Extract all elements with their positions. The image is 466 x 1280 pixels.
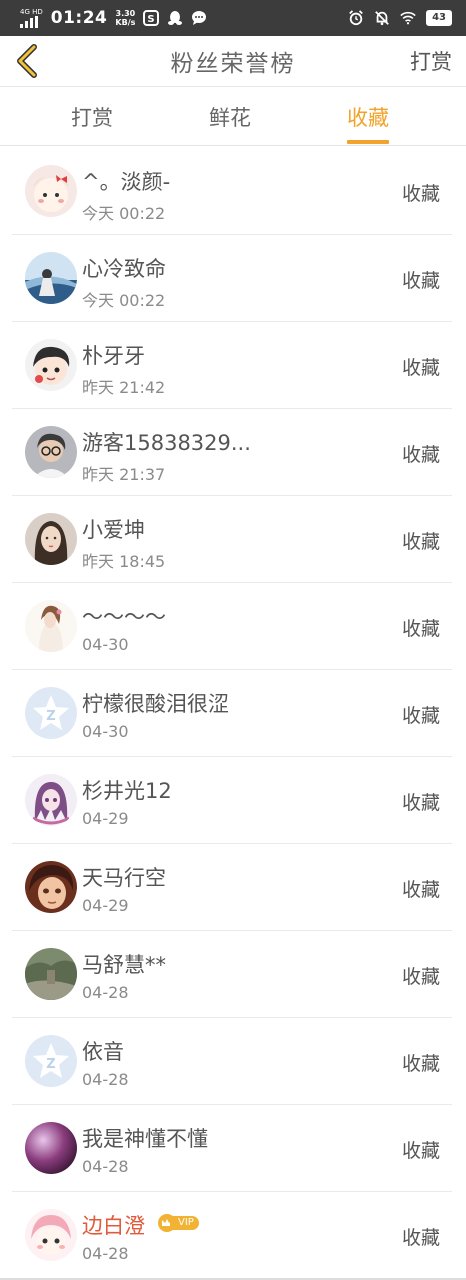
speed-value: 3.30 [115, 9, 136, 18]
avatar[interactable]: Z [25, 687, 77, 739]
fan-name: 朴牙牙 [82, 344, 145, 368]
fan-action: 收藏 [401, 1053, 440, 1075]
tab-flowers[interactable]: 鲜花 [209, 102, 251, 146]
list-item[interactable]: 小爱坤 昨天 18:45 收藏 [12, 496, 452, 583]
network-speed: 3.30 KB/s [115, 9, 135, 27]
fan-action: 收藏 [401, 183, 440, 205]
list-item[interactable]: 边白澄 VIP 04-28 收藏 [12, 1192, 452, 1279]
fan-name: 马舒慧** [82, 953, 166, 977]
fan-name: 游客15838329... [82, 431, 251, 455]
battery-icon: 43 [426, 10, 452, 26]
avatar[interactable] [25, 513, 77, 565]
fan-time: 今天 00:22 [82, 204, 166, 223]
speed-unit: KB/s [115, 18, 136, 27]
clock: 01:24 [50, 8, 108, 28]
fan-name: 依音 [82, 1040, 124, 1064]
tab-label: 打赏 [71, 106, 113, 130]
fan-name: 小爱坤 [82, 518, 145, 542]
app-header: 粉丝荣誉榜 打赏 [0, 36, 466, 87]
fan-list: ^。淡颜- 今天 00:22 收藏 心冷致命 今天 00:22 收藏 朴牙牙 昨… [12, 148, 452, 1279]
reward-button[interactable]: 打赏 [410, 46, 452, 76]
fan-action: 收藏 [401, 1227, 440, 1249]
fan-time: 04-29 [82, 896, 129, 915]
fan-time: 04-28 [82, 1157, 129, 1176]
sim-app-icon: S [143, 10, 160, 26]
list-item[interactable]: 朴牙牙 昨天 21:42 收藏 [12, 322, 452, 409]
alarm-icon [348, 10, 364, 26]
list-item[interactable]: 我是神懂不懂 04-28 收藏 [12, 1105, 452, 1192]
svg-text:S: S [148, 14, 155, 25]
fan-name: ～～～～ [82, 605, 166, 629]
tab-label: 鲜花 [209, 106, 251, 130]
fan-time: 04-30 [82, 635, 129, 654]
avatar[interactable] [25, 774, 77, 826]
fan-action: 收藏 [401, 444, 440, 466]
fan-action: 收藏 [401, 879, 440, 901]
list-item[interactable]: ^。淡颜- 今天 00:22 收藏 [12, 148, 452, 235]
fan-name: 杉井光12 [82, 779, 172, 803]
fan-time: 今天 00:22 [82, 291, 166, 310]
avatar[interactable] [25, 948, 77, 1000]
network-indicator: 4G HD [20, 8, 43, 28]
fan-name: ^。淡颜- [82, 170, 171, 194]
chevron-left-icon[interactable] [10, 42, 44, 80]
avatar[interactable] [25, 1122, 77, 1174]
fan-time: 昨天 21:42 [82, 378, 166, 397]
avatar[interactable] [25, 339, 77, 391]
fan-time: 04-30 [82, 722, 129, 741]
svg-text:Z: Z [46, 709, 55, 724]
fan-action: 收藏 [401, 531, 440, 553]
fan-time: 04-28 [82, 1244, 129, 1263]
list-item[interactable]: 马舒慧** 04-28 收藏 [12, 931, 452, 1018]
fan-time: 04-28 [82, 1070, 129, 1089]
list-item[interactable]: Z 依音 04-28 收藏 [12, 1018, 452, 1105]
fan-name: 天马行空 [82, 866, 166, 890]
fan-time: 昨天 18:45 [82, 552, 166, 571]
list-item[interactable]: 游客15838329... 昨天 21:37 收藏 [12, 409, 452, 496]
list-item[interactable]: 心冷致命 今天 00:22 收藏 [12, 235, 452, 322]
fan-action: 收藏 [401, 357, 440, 379]
list-item[interactable]: 杉井光12 04-29 收藏 [12, 757, 452, 844]
avatar[interactable] [25, 165, 77, 217]
avatar[interactable] [25, 252, 77, 304]
list-item[interactable]: ～～～～ 04-30 收藏 [12, 583, 452, 670]
tab-label: 收藏 [347, 106, 389, 130]
active-tab-indicator [347, 140, 389, 144]
fan-action: 收藏 [401, 618, 440, 640]
mute-icon [374, 10, 390, 26]
fan-action: 收藏 [401, 792, 440, 814]
fan-action: 收藏 [401, 1140, 440, 1162]
chat-bubble-icon [191, 10, 207, 26]
fan-name: 柠檬很酸泪很涩 [82, 692, 229, 716]
qq-penguin-icon [167, 10, 183, 26]
fan-time: 昨天 21:37 [82, 465, 166, 484]
network-type: 4G HD [20, 8, 43, 16]
avatar[interactable] [25, 600, 77, 652]
vip-badge: VIP [158, 1214, 199, 1232]
avatar[interactable] [25, 861, 77, 913]
fan-name: 我是神懂不懂 [82, 1127, 208, 1151]
vip-label: VIP [170, 1216, 199, 1230]
list-item[interactable]: 天马行空 04-29 收藏 [12, 844, 452, 931]
avatar[interactable]: Z [25, 1035, 77, 1087]
fan-name: 心冷致命 [82, 257, 166, 281]
wifi-icon [400, 10, 416, 26]
fan-time: 04-28 [82, 983, 129, 1002]
avatar[interactable] [25, 426, 77, 478]
fan-name: 边白澄 [82, 1214, 145, 1238]
list-item[interactable]: Z 柠檬很酸泪很涩 04-30 收藏 [12, 670, 452, 757]
page-title: 粉丝荣誉榜 [170, 51, 296, 77]
tab-bar: 打赏 鲜花 收藏 [0, 88, 466, 146]
svg-text:Z: Z [46, 1057, 55, 1072]
tab-favorites[interactable]: 收藏 [347, 102, 389, 146]
fan-action: 收藏 [401, 270, 440, 292]
signal-icon [20, 16, 38, 28]
fan-action: 收藏 [401, 705, 440, 727]
tab-reward[interactable]: 打赏 [71, 102, 113, 146]
status-bar: 4G HD 01:24 3.30 KB/s S 43 [0, 0, 466, 36]
fan-action: 收藏 [401, 966, 440, 988]
fan-time: 04-29 [82, 809, 129, 828]
avatar[interactable] [25, 1209, 77, 1261]
